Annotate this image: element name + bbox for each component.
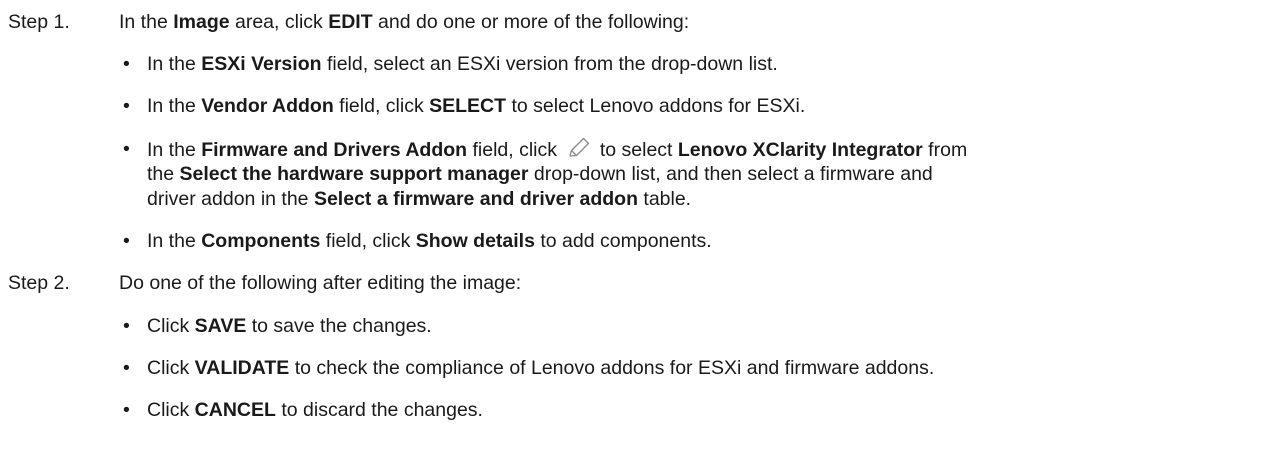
text-run: to check the compliance of Lenovo addons… <box>289 357 935 379</box>
text-line: Click VALIDATE to check the compliance o… <box>147 356 1257 381</box>
bullet-dot: • <box>123 315 130 337</box>
ui-term: CANCEL <box>194 399 276 421</box>
text-run: drop-down list, and then select a firmwa… <box>528 163 933 185</box>
bullet-dot: • <box>123 95 130 117</box>
text-line: In the ESXi Version field, select an ESX… <box>147 52 1257 77</box>
text-run: to select <box>594 139 678 161</box>
ui-term: SELECT <box>429 95 507 117</box>
document-page: Step 1. In the Image area, click EDIT an… <box>0 0 1272 463</box>
text-run: to discard the changes. <box>275 399 483 421</box>
ui-term: Select a firmware and driver addon <box>313 188 638 210</box>
list-item-text: Click VALIDATE to check the compliance o… <box>147 356 1257 381</box>
list-item-text: In the Firmware and Drivers Addon field,… <box>147 137 1257 212</box>
ui-term: ESXi Version <box>201 53 322 75</box>
text-run: to select Lenovo addons for ESXi. <box>506 95 806 117</box>
text-run: In the <box>147 95 202 117</box>
step-label: Step 2. <box>8 272 70 294</box>
list-item-text: In the Vendor Addon field, click SELECT … <box>147 94 1257 119</box>
text-line: In the Components field, click Show deta… <box>147 229 1257 254</box>
text-run: field, click <box>333 95 430 117</box>
list-item-text: In the ESXi Version field, select an ESX… <box>147 52 1257 77</box>
ui-term: Show details <box>415 230 535 252</box>
ui-term: Lenovo XClarity Integrator <box>677 139 923 161</box>
bullet-dot: • <box>123 230 130 252</box>
text-run: from <box>922 139 968 161</box>
text-run: Click <box>147 357 195 379</box>
text-run: field, select an ESXi version from the d… <box>321 53 778 75</box>
text-line: the Select the hardware support manager … <box>147 162 1257 187</box>
text-run: Click <box>147 399 195 421</box>
bullet-dot: • <box>123 53 130 75</box>
text-run: area, click <box>229 11 329 33</box>
text-run: to save the changes. <box>246 315 432 337</box>
ui-term: Firmware and Drivers Addon <box>201 139 468 161</box>
bullet-dot: • <box>123 399 130 421</box>
text-run: to add components. <box>534 230 712 252</box>
text-run: and do one or more of the following: <box>372 11 690 33</box>
step-text: In the Image area, click EDIT and do one… <box>119 10 689 35</box>
list-item-text: Click CANCEL to discard the changes. <box>147 398 1257 423</box>
text-run: Click <box>147 315 195 337</box>
ui-term: SAVE <box>194 315 247 337</box>
text-run: field, click <box>320 230 416 252</box>
step-text: Do one of the following after editing th… <box>119 272 522 294</box>
text-run: In the <box>147 139 202 161</box>
text-run: In the <box>147 230 202 252</box>
step-label: Step 1. <box>8 11 70 33</box>
list-item-text: In the Components field, click Show deta… <box>147 229 1257 254</box>
text-run: field, click <box>467 139 563 161</box>
bullet-dot: • <box>123 357 130 379</box>
text-run: In the <box>147 53 202 75</box>
ui-term: Vendor Addon <box>201 95 334 117</box>
ui-term: EDIT <box>328 11 373 33</box>
ui-term: Select the hardware support manager <box>179 163 529 185</box>
bullet-dot: • <box>123 138 130 160</box>
text-run: In the <box>119 11 174 33</box>
text-line: In the Firmware and Drivers Addon field,… <box>147 137 1257 162</box>
text-line: Click SAVE to save the changes. <box>147 314 1257 339</box>
text-line: Click CANCEL to discard the changes. <box>147 398 1257 423</box>
pencil-icon <box>564 137 592 159</box>
text-run: table. <box>637 188 692 210</box>
ui-term: Components <box>201 230 321 252</box>
text-line: In the Vendor Addon field, click SELECT … <box>147 94 1257 119</box>
ui-term: Image <box>173 11 230 33</box>
ui-term: VALIDATE <box>194 357 290 379</box>
list-item-text: Click SAVE to save the changes. <box>147 314 1257 339</box>
text-line: driver addon in the Select a firmware an… <box>147 187 1257 212</box>
text-run: the <box>147 163 180 185</box>
text-run: driver addon in the <box>147 188 314 210</box>
